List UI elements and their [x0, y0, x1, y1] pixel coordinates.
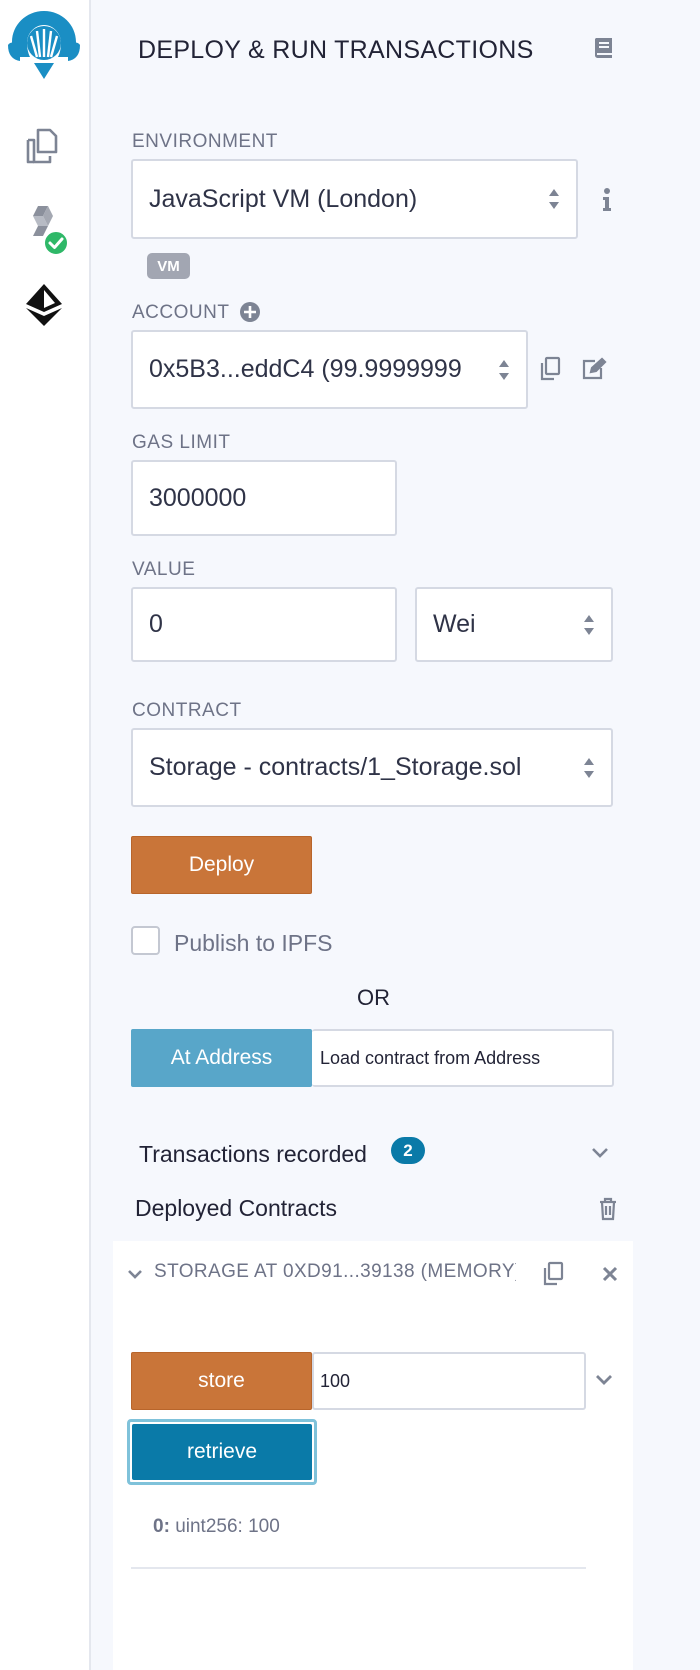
- contract-instance: STORAGE AT 0XD91...39138 (MEMORY) store …: [113, 1241, 633, 1670]
- contract-value: Storage - contracts/1_Storage.sol: [149, 753, 522, 781]
- icon-rail: [0, 0, 91, 1670]
- value-input[interactable]: 0: [131, 587, 397, 662]
- contract-instance-title[interactable]: STORAGE AT 0XD91...39138 (MEMORY): [154, 1261, 516, 1283]
- gas-limit-value: 3000000: [149, 483, 247, 512]
- chevron-down-icon[interactable]: [591, 1146, 609, 1165]
- retrieve-button[interactable]: retrieve: [132, 1424, 312, 1480]
- gas-limit-label: GAS LIMIT: [132, 432, 231, 453]
- chevron-down-icon[interactable]: [595, 1373, 613, 1392]
- chevron-down-icon[interactable]: [127, 1267, 143, 1285]
- account-select[interactable]: 0x5B3...eddC4 (99.9999999: [131, 330, 528, 409]
- transactions-count-badge: 2: [391, 1137, 425, 1164]
- value-unit: Wei: [433, 610, 476, 638]
- contract-select[interactable]: Storage - contracts/1_Storage.sol: [131, 728, 613, 807]
- store-button[interactable]: store: [131, 1352, 312, 1410]
- value-label: VALUE: [132, 559, 196, 580]
- transactions-recorded-label[interactable]: Transactions recorded: [139, 1141, 367, 1168]
- deployed-contracts-label: Deployed Contracts: [135, 1195, 337, 1221]
- account-value: 0x5B3...eddC4 (99.9999999: [149, 355, 462, 383]
- remix-logo-icon[interactable]: [0, 4, 88, 86]
- select-arrows-icon: [499, 359, 509, 380]
- load-address-placeholder: Load contract from Address: [320, 1047, 541, 1068]
- or-label: OR: [357, 985, 390, 1010]
- edit-sign-icon[interactable]: [581, 357, 607, 386]
- select-arrows-icon: [584, 757, 594, 778]
- retrieve-result: 0: uint256: 100: [153, 1516, 280, 1538]
- info-icon[interactable]: [600, 187, 614, 218]
- environment-select[interactable]: JavaScript VM (London): [131, 159, 578, 239]
- panel-title: DEPLOY & RUN TRANSACTIONS: [138, 36, 534, 64]
- environment-label: ENVIRONMENT: [132, 131, 278, 152]
- trash-icon[interactable]: [598, 1197, 618, 1226]
- select-arrows-icon: [584, 614, 594, 635]
- file-explorer-icon[interactable]: [0, 120, 88, 172]
- vm-badge: VM: [147, 253, 190, 279]
- close-icon[interactable]: [601, 1265, 619, 1288]
- result-index: 0:: [153, 1516, 170, 1537]
- gas-limit-input[interactable]: 3000000: [131, 460, 397, 536]
- load-address-input[interactable]: Load contract from Address: [312, 1029, 614, 1087]
- contract-label: CONTRACT: [132, 700, 242, 721]
- environment-value: JavaScript VM (London): [149, 184, 418, 213]
- deploy-run-icon[interactable]: [0, 280, 88, 330]
- deploy-run-panel: DEPLOY & RUN TRANSACTIONS ENVIRONMENT Ja…: [91, 0, 700, 1670]
- value-amount: 0: [149, 610, 163, 638]
- publish-ipfs-label: Publish to IPFS: [174, 930, 333, 956]
- deploy-button[interactable]: Deploy: [131, 836, 312, 894]
- solidity-compiler-icon[interactable]: [0, 200, 88, 260]
- store-input-value: 100: [320, 1370, 351, 1391]
- store-input[interactable]: 100: [312, 1352, 586, 1410]
- add-account-icon[interactable]: [239, 301, 261, 328]
- result-value: uint256: 100: [175, 1516, 280, 1537]
- documentation-icon[interactable]: [593, 36, 615, 65]
- divider: [131, 1567, 586, 1569]
- select-arrows-icon: [549, 189, 559, 209]
- value-unit-select[interactable]: Wei: [415, 587, 613, 662]
- copy-account-icon[interactable]: [539, 356, 561, 387]
- account-label: ACCOUNT: [132, 302, 230, 323]
- at-address-button[interactable]: At Address: [131, 1029, 312, 1087]
- copy-address-icon[interactable]: [542, 1261, 564, 1292]
- publish-ipfs-checkbox[interactable]: [131, 926, 160, 955]
